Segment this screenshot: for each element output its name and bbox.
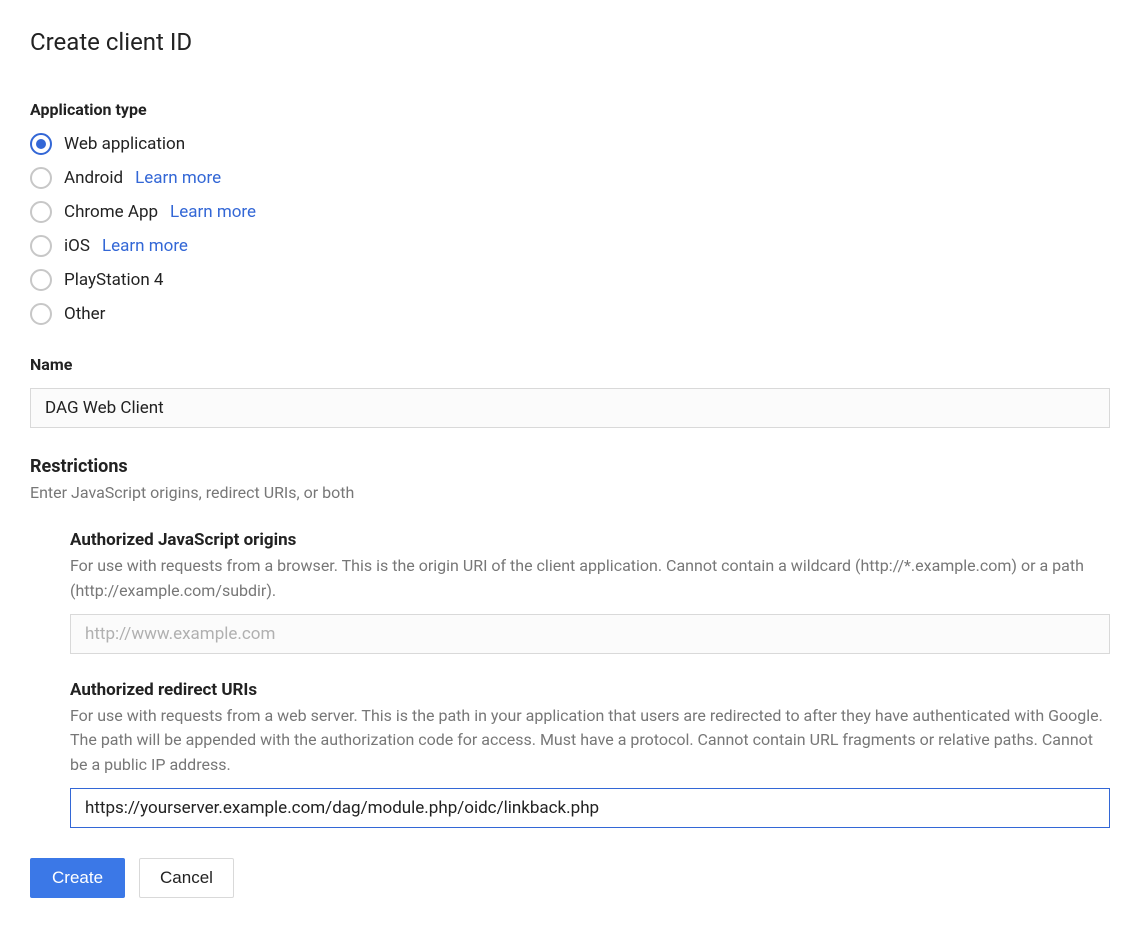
create-button[interactable]: Create <box>30 858 125 898</box>
radio-label: Web application <box>64 134 185 154</box>
button-row: Create Cancel <box>30 858 1110 898</box>
learn-more-link[interactable]: Learn more <box>102 236 188 256</box>
radio-button[interactable] <box>30 303 52 325</box>
learn-more-link[interactable]: Learn more <box>170 202 256 222</box>
radio-label: Android <box>64 168 123 188</box>
name-label: Name <box>30 355 1110 374</box>
js-origins-description: For use with requests from a browser. Th… <box>70 554 1110 604</box>
radio-button[interactable] <box>30 269 52 291</box>
radio-label: Other <box>64 304 105 324</box>
radio-button[interactable] <box>30 167 52 189</box>
radio-option-android[interactable]: Android Learn more <box>30 167 1110 189</box>
name-input[interactable] <box>30 388 1110 428</box>
redirect-uris-input[interactable] <box>70 788 1110 828</box>
js-origins-title: Authorized JavaScript origins <box>70 530 1110 550</box>
radio-option-playstation4[interactable]: PlayStation 4 <box>30 269 1110 291</box>
radio-option-web-application[interactable]: Web application <box>30 133 1110 155</box>
application-type-label: Application type <box>30 100 1110 119</box>
redirect-uris-description: For use with requests from a web server.… <box>70 704 1110 778</box>
radio-option-ios[interactable]: iOS Learn more <box>30 235 1110 257</box>
application-type-radio-group: Web application Android Learn more Chrom… <box>30 133 1110 325</box>
radio-button[interactable] <box>30 201 52 223</box>
restrictions-body: Authorized JavaScript origins For use wi… <box>30 530 1110 858</box>
radio-button[interactable] <box>30 235 52 257</box>
radio-label: iOS <box>64 236 90 256</box>
redirect-uris-title: Authorized redirect URIs <box>70 680 1110 700</box>
restrictions-subtitle: Enter JavaScript origins, redirect URIs,… <box>30 483 1110 502</box>
js-origins-input[interactable] <box>70 614 1110 654</box>
cancel-button[interactable]: Cancel <box>139 858 234 898</box>
radio-option-other[interactable]: Other <box>30 303 1110 325</box>
radio-button[interactable] <box>30 133 52 155</box>
radio-label: PlayStation 4 <box>64 270 163 290</box>
radio-label: Chrome App <box>64 202 158 222</box>
page-title: Create client ID <box>30 28 1110 56</box>
learn-more-link[interactable]: Learn more <box>135 168 221 188</box>
radio-option-chrome-app[interactable]: Chrome App Learn more <box>30 201 1110 223</box>
restrictions-title: Restrictions <box>30 456 1110 477</box>
